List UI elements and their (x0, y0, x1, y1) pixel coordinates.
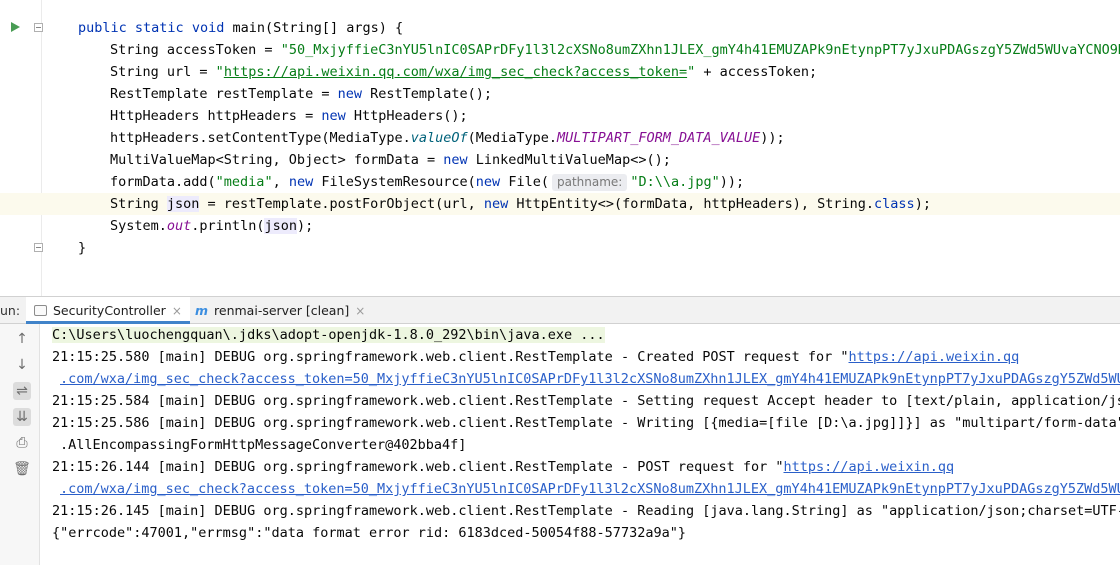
code-line-7: MultiValueMap<String, Object> formData =… (110, 152, 671, 168)
console-line-wrapped: .com/wxa/img_sec_check?access_token=50_M… (52, 368, 1120, 390)
console-output[interactable]: C:\Users\luochengquan\.jdks\adopt-openjd… (40, 324, 1120, 565)
code-line-6: httpHeaders.setContentType(MediaType.val… (110, 130, 785, 146)
console-result-line: {"errcode":47001,"errmsg":"data format e… (52, 525, 686, 541)
code-line-1: public static void main(String[] args) { (78, 20, 404, 36)
clear-all-icon[interactable]: 🗑 (13, 460, 31, 478)
console-link[interactable]: https://api.weixin.qq (849, 349, 1020, 365)
tab-security-controller[interactable]: SecurityController × (26, 297, 190, 324)
url-link[interactable]: https://api.weixin.qq.com/wxa/img_sec_ch… (224, 64, 687, 80)
code-line-9-current: String json = restTemplate.postForObject… (0, 193, 1120, 215)
console-line: 21:15:26.145 [main] DEBUG org.springfram… (52, 503, 1120, 519)
code-line-4: RestTemplate restTemplate = new RestTemp… (110, 86, 493, 102)
console-line: 21:15:25.586 [main] DEBUG org.springfram… (52, 415, 1120, 431)
console-command-line: C:\Users\luochengquan\.jdks\adopt-openjd… (52, 327, 605, 343)
close-icon[interactable]: × (355, 304, 365, 318)
parameter-hint: pathname: (551, 174, 628, 191)
code-line-5: HttpHeaders httpHeaders = new HttpHeader… (110, 108, 468, 124)
code-line-2: String accessToken = "50_MxjyffieC3nYU5l… (110, 42, 1120, 58)
run-gutter-icon[interactable] (11, 22, 20, 32)
close-icon[interactable]: × (172, 304, 182, 318)
scroll-up-icon[interactable]: ↑ (13, 330, 31, 348)
scroll-down-icon[interactable]: ↓ (13, 356, 31, 374)
console-line: 21:15:25.584 [main] DEBUG org.springfram… (52, 393, 1120, 409)
run-label: un: (0, 303, 21, 318)
maven-icon: m (195, 303, 209, 318)
code-editor[interactable]: public static void main(String[] args) {… (0, 0, 1120, 296)
code-line-10: System.out.println(json); (110, 218, 314, 234)
editor-gutter (0, 0, 43, 296)
console-link[interactable]: .com/wxa/img_sec_check?access_token=50_M… (60, 371, 1120, 387)
code-line-3: String url = "https://api.weixin.qq.com/… (110, 64, 818, 80)
code-line-8: formData.add("media", new FileSystemReso… (110, 174, 745, 191)
console-link[interactable]: https://api.weixin.qq (784, 459, 955, 475)
console-line: 21:15:26.144 [main] DEBUG org.springfram… (52, 459, 955, 475)
code-area[interactable]: public static void main(String[] args) {… (0, 17, 1120, 259)
scroll-to-end-icon[interactable]: ⇊ (13, 408, 31, 426)
code-line-11: } (78, 240, 87, 256)
run-toolwindow-header: un: SecurityController × m renmai-server [… (0, 296, 1120, 324)
java-class-icon (34, 305, 47, 316)
console-line: 21:15:25.580 [main] DEBUG org.springfram… (52, 349, 1020, 365)
console-line-wrapped: .com/wxa/img_sec_check?access_token=50_M… (52, 478, 1120, 500)
tab-renmai-server-clean[interactable]: m renmai-server [clean] × (187, 297, 373, 324)
console-line-wrapped: .AllEncompassingFormHttpMessageConverter… (60, 437, 467, 453)
console-toolbar: ↑ ↓ ⇌ ⇊ ⎙ 🗑 (0, 324, 40, 565)
console-link[interactable]: .com/wxa/img_sec_check?access_token=50_M… (60, 481, 1120, 497)
soft-wrap-icon[interactable]: ⇌ (13, 382, 31, 400)
print-icon[interactable]: ⎙ (13, 434, 31, 452)
